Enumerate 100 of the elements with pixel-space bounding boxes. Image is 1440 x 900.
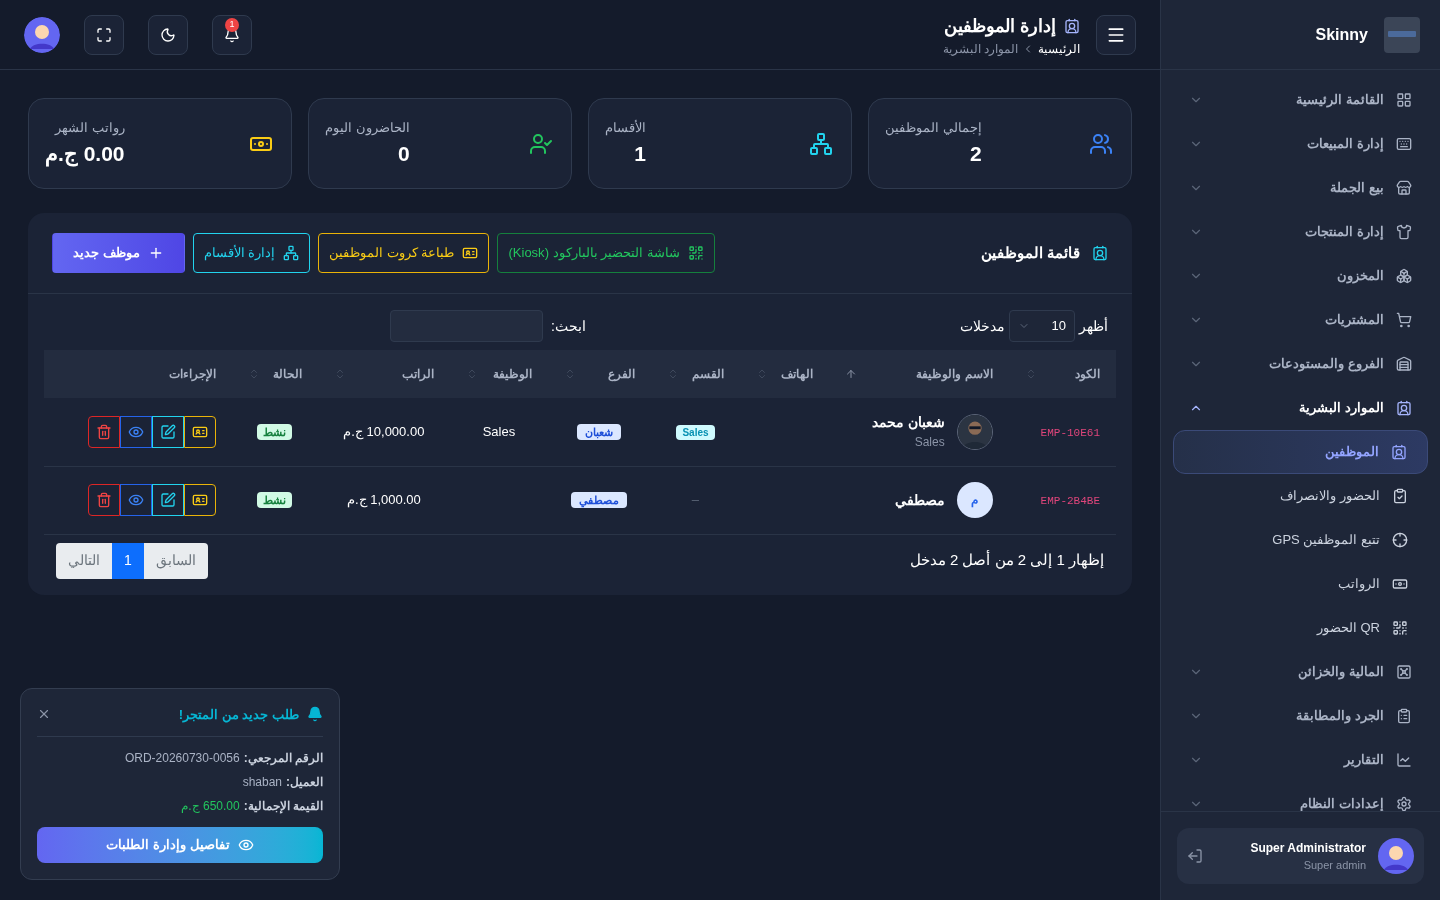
keyboard-icon [1396, 136, 1412, 152]
logout-icon[interactable] [1187, 848, 1203, 864]
network-icon [283, 245, 300, 261]
field-value: shaban [242, 774, 282, 791]
stat-value: 1 [634, 140, 646, 167]
sidebar-item[interactable]: إعدادات النظام [1173, 782, 1428, 811]
column-header[interactable]: الفرع [547, 350, 651, 398]
settings-icon [1396, 796, 1412, 811]
eye-icon [127, 492, 144, 508]
sidebar-item[interactable]: الفروع والمستودعات [1173, 342, 1428, 386]
sidebar-item[interactable]: القائمة الرئيسية [1173, 78, 1428, 122]
field-value: ORD-20260730-0056 [124, 750, 240, 767]
delete-button[interactable] [87, 484, 120, 516]
user-avatar [1378, 838, 1414, 874]
pagination-button[interactable]: التالي [56, 542, 112, 579]
cart-icon [1396, 312, 1412, 328]
contact-icon [1396, 400, 1412, 416]
logo-icon [1384, 16, 1420, 53]
edit-icon [159, 492, 176, 508]
table-info: إظهار 1 إلى 2 من أصل 2 مدخل [909, 549, 1104, 571]
sidebar-item[interactable]: الموارد البشرية [1173, 386, 1428, 430]
sidebar-subitem[interactable]: الرواتب [1173, 562, 1428, 606]
sidebar-subitem[interactable]: تتبع الموظفين GPS [1173, 518, 1428, 562]
search-label: ابحث: [551, 316, 586, 336]
column-header[interactable]: الراتب [317, 350, 451, 398]
column-header[interactable]: الاسم والوظيفة [829, 350, 1009, 398]
search-field[interactable] [390, 310, 543, 342]
breadcrumb-link[interactable]: الموارد البشرية [942, 39, 1018, 58]
pagination-button[interactable]: 1 [112, 542, 144, 579]
field-label: القيمة الإجمالية: [243, 798, 323, 815]
edit-button[interactable] [151, 415, 184, 448]
profile-avatar [24, 16, 60, 53]
edit-icon [159, 423, 176, 440]
avatar-initial: م [956, 482, 993, 518]
status-tag: نشط [257, 424, 293, 440]
contact-icon [1092, 245, 1108, 261]
employee-role: Sales [913, 434, 945, 452]
sidebar-subitem[interactable]: الحضور والانصراف [1173, 474, 1428, 518]
contact-icon [1064, 17, 1080, 34]
field-value: 650.00 ج.م [181, 798, 240, 815]
length-label: أظهر [1079, 316, 1108, 337]
delete-button[interactable] [87, 415, 120, 448]
banknote-icon [1392, 576, 1408, 592]
empty-value: – [691, 492, 700, 508]
column-header: الإجراءات [44, 350, 232, 398]
pagination-button[interactable]: السابق [143, 542, 208, 579]
stat-label: رواتب الشهر [54, 119, 125, 138]
sidebar-subitem[interactable]: QR الحضور [1173, 606, 1428, 650]
notifications-button[interactable]: 1 [212, 14, 252, 55]
toolbar-button[interactable]: شاشة التحضير بالباركود (Kiosk) [497, 233, 715, 273]
column-header[interactable]: القسم [650, 350, 741, 398]
field-label: الرقم المرجعي: [243, 750, 323, 767]
sidebar-subitem[interactable]: الموظفين [1173, 430, 1428, 474]
edit-button[interactable] [151, 484, 184, 516]
fullscreen-icon [96, 26, 112, 43]
shirt-icon [1396, 224, 1412, 240]
sidebar-item[interactable]: المشتريات [1173, 298, 1428, 342]
stat-value: 0.00 ج.م [45, 140, 125, 169]
eye-icon [237, 837, 254, 853]
toolbar-button[interactable]: إدارة الأقسام [192, 233, 311, 273]
branch-tag: مصطفي [571, 492, 628, 509]
safe-icon [1396, 664, 1412, 680]
qr-code-icon [1392, 620, 1408, 636]
field-label: العميل: [286, 774, 323, 791]
toast-title: طلب جديد من المتجر! [178, 705, 299, 724]
sidebar-item[interactable]: الجرد والمطابقة [1173, 694, 1428, 738]
column-header[interactable]: الهاتف [740, 350, 830, 398]
id-card-button[interactable] [183, 415, 216, 448]
salary: 10,000.00 ج.م [343, 424, 425, 439]
sidebar-item[interactable]: إدارة المبيعات [1173, 122, 1428, 166]
trash-icon [95, 423, 112, 440]
grid-icon [1396, 92, 1412, 108]
breadcrumb-link[interactable]: الرئيسية [1038, 39, 1080, 58]
menu-button[interactable] [1096, 14, 1136, 55]
view-button[interactable] [119, 415, 152, 448]
sidebar-item[interactable]: المالية والخزائن [1173, 650, 1428, 694]
user-name: Super Administrator [1250, 839, 1366, 857]
view-button[interactable] [119, 484, 152, 516]
add-button[interactable]: موظف جديد [52, 233, 185, 273]
store-icon [1396, 180, 1412, 196]
notification-count: 1 [225, 17, 239, 32]
bell-icon [307, 706, 323, 723]
sidebar-item[interactable]: التقارير [1173, 738, 1428, 782]
id-card-button[interactable] [183, 484, 216, 516]
clipboard-icon [1396, 708, 1412, 724]
employee-name: شعبان محمد [871, 413, 945, 433]
fullscreen-button[interactable] [84, 14, 124, 55]
id-card-icon [462, 245, 479, 261]
column-header[interactable]: الكود [1008, 350, 1116, 398]
sidebar-item[interactable]: إدارة المنتجات [1173, 210, 1428, 254]
theme-toggle-button[interactable] [148, 14, 188, 55]
brand-name: Skinny [1315, 24, 1368, 45]
sidebar-item[interactable]: بيع الجملة [1173, 166, 1428, 210]
salary: 1,000.00 ج.م [346, 492, 421, 508]
toolbar-button[interactable]: طباعة كروت الموظفين [318, 233, 490, 273]
column-header[interactable]: الحالة [231, 350, 318, 398]
sidebar-item[interactable]: المخزون [1173, 254, 1428, 298]
column-header[interactable]: الوظيفة [450, 350, 548, 398]
user-card[interactable]: Super Administrator Super admin [1177, 828, 1424, 884]
length-select[interactable]: 10 [1009, 310, 1075, 342]
